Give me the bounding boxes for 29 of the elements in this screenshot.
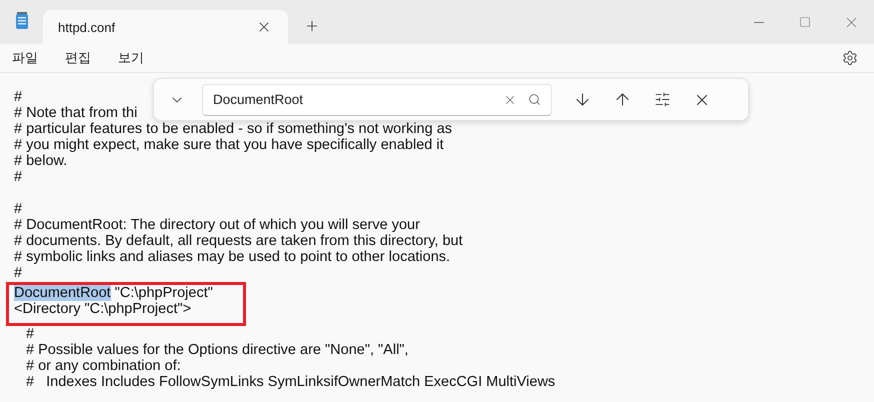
text-line: #	[14, 265, 22, 281]
text-line: # particular features to be enabled - so if something's not working as	[14, 121, 452, 137]
document-tab[interactable]: httpd.conf	[43, 10, 288, 44]
maximize-icon	[799, 16, 811, 28]
text-line: <Directory "C:\phpProject">	[14, 301, 192, 317]
text-line: # below.	[14, 153, 68, 169]
text-line: #	[14, 89, 22, 105]
text-line: # you might expect, make sure that you have specifically enabled it	[14, 137, 444, 153]
text-line: #	[14, 169, 22, 185]
menu-item[interactable]: 보기	[118, 49, 144, 67]
text-line: # documents. By default, all requests are taken from this directory, but	[14, 233, 463, 249]
menu-item[interactable]: 편집	[65, 49, 91, 67]
text-line: DocumentRoot "C:\phpProject"	[14, 285, 213, 301]
find-field[interactable]: DocumentRoot	[202, 84, 552, 116]
text-line: # DocumentRoot: The directory out of which you will serve your	[14, 217, 420, 233]
text-line: #	[25, 326, 34, 342]
text-line: #	[14, 201, 22, 217]
text-line: # symbolic links and aliases may be used to point to other locations.	[14, 249, 450, 265]
text-line: # or any combination of:	[25, 358, 181, 374]
text-line: # Note that from thi	[14, 105, 138, 121]
notepad-icon	[15, 12, 29, 30]
menu-item[interactable]: 파일	[12, 49, 38, 67]
search-icon	[528, 93, 540, 106]
sliders-icon	[654, 91, 670, 108]
text-line: # Indexes Includes FollowSymLinks SymLinksifOwnerMatch ExecCGI MultiViews	[25, 374, 556, 390]
tab-title: httpd.conf	[58, 20, 116, 34]
text-line: # Possible values for the Options directive are "None", "All",	[25, 342, 408, 358]
settings-icon	[842, 50, 858, 66]
plus-icon	[304, 18, 320, 34]
